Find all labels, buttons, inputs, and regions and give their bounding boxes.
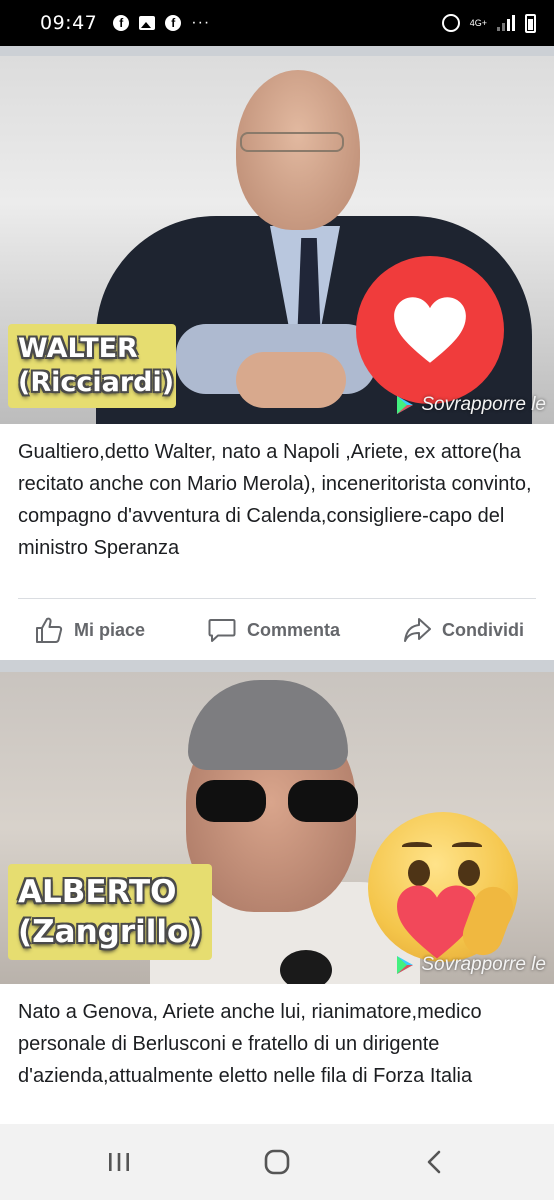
signal-icon (497, 15, 515, 31)
post-text: Nato a Genova, Ariete anche lui, rianima… (18, 1001, 482, 1087)
care-reaction-icon (368, 812, 519, 962)
play-store-icon (397, 956, 414, 974)
facebook-icon: f (165, 15, 182, 31)
comment-button[interactable]: Commenta (207, 615, 340, 645)
battery-icon (525, 13, 536, 33)
feed-post: ALBERTO (Zangrillo) Sovrapporre le Nato … (0, 672, 554, 1125)
network-4g-icon: 4G+ (469, 17, 487, 28)
gallery-icon (139, 16, 156, 30)
watermark: Sovrapporre le (395, 394, 546, 416)
like-button[interactable]: Mi piace (34, 615, 145, 645)
notification-icons: f f ··· (113, 14, 210, 32)
caption-first-name: WALTER (18, 333, 138, 364)
love-reaction-icon (356, 256, 504, 404)
feed-post: WALTER (Ricciardi) Sovrapporre le Gualti… (0, 56, 554, 660)
status-bar: 09:47 f f ··· 4G+ (0, 0, 554, 46)
like-label: Mi piace (74, 619, 146, 640)
comment-label: Commenta (247, 619, 341, 640)
thumbs-up-icon (36, 617, 63, 643)
person-hair (188, 680, 348, 770)
back-icon (427, 1150, 441, 1174)
share-label: Condividi (441, 619, 524, 640)
name-caption: WALTER (Ricciardi) (8, 324, 176, 408)
feed-gap (0, 46, 554, 56)
microphone (280, 950, 332, 984)
status-time: 09:47 (40, 12, 98, 34)
more-dots-icon: ··· (191, 14, 211, 31)
back-button[interactable] (405, 1132, 465, 1192)
post-image[interactable]: WALTER (Ricciardi) Sovrapporre le (0, 56, 554, 424)
system-icons: 4G+ (441, 13, 536, 33)
home-icon (264, 1149, 290, 1175)
watermark-text: Sovrapporre le (421, 954, 546, 975)
comment-icon (208, 619, 236, 642)
share-icon (403, 618, 431, 642)
play-store-icon (397, 396, 414, 414)
watermark: Sovrapporre le (395, 954, 546, 976)
home-button[interactable] (247, 1132, 307, 1192)
name-caption: ALBERTO (Zangrillo) (8, 864, 212, 960)
recent-apps-icon (109, 1153, 129, 1171)
feed-gap (0, 660, 554, 672)
system-nav-bar (0, 1124, 554, 1200)
person-glasses (240, 132, 344, 152)
person-glasses (196, 780, 366, 824)
facebook-icon: f (113, 15, 130, 31)
caption-surname: (Ricciardi) (18, 367, 175, 398)
post-text: Gualtiero,detto Walter, nato a Napoli ,A… (18, 441, 532, 559)
share-button[interactable]: Condividi (402, 615, 524, 645)
caption-first-name: ALBERTO (18, 874, 177, 910)
watermark-text: Sovrapporre le (421, 394, 546, 415)
alarm-icon (441, 14, 460, 32)
recent-apps-button[interactable] (89, 1132, 149, 1192)
post-image[interactable]: ALBERTO (Zangrillo) Sovrapporre le (0, 672, 554, 984)
person-hand (236, 352, 346, 408)
caption-surname: (Zangrillo) (18, 914, 203, 950)
post-actions: Mi piace Commenta Condividi (0, 599, 554, 661)
heart-icon (394, 297, 466, 363)
